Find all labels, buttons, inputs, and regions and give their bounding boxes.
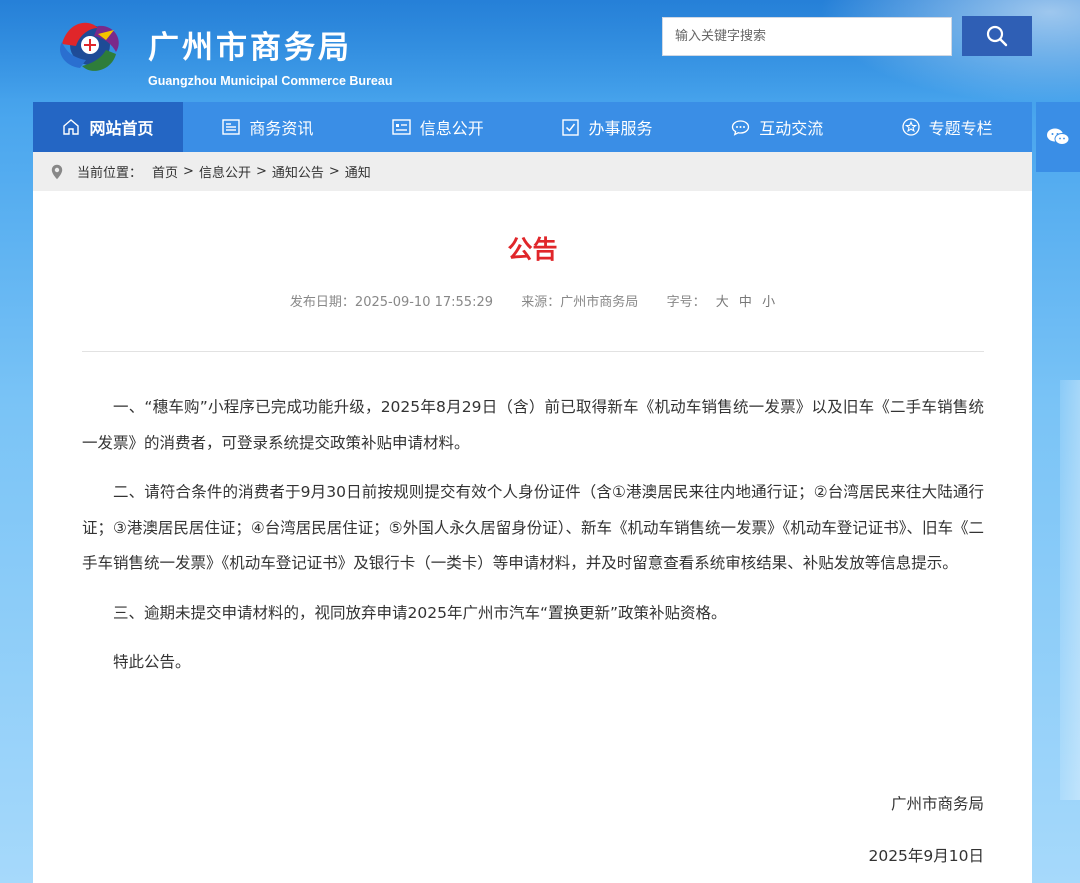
nav-item-special-topics[interactable]: 专题专栏 <box>862 102 1032 152</box>
site-title-english: Guangzhou Municipal Commerce Bureau <box>148 74 393 88</box>
article-title: 公告 <box>507 235 558 264</box>
source-value: 广州市商务局 <box>560 295 639 310</box>
source-label: 来源： <box>521 295 561 310</box>
wechat-icon <box>1047 128 1070 145</box>
main-container: 网站首页 商务资讯 信息公开 办事服务 互动交流 专题专栏 当前位置： 首页 >… <box>33 102 1032 883</box>
breadcrumb-notices[interactable]: 通知公告 <box>272 162 324 181</box>
breadcrumb-separator: > <box>183 164 194 179</box>
chat-bubble-icon <box>732 119 750 136</box>
nav-item-label: 商务资讯 <box>249 119 314 138</box>
check-box-icon <box>562 118 580 136</box>
publish-date-label: 发布日期： <box>289 295 355 310</box>
article-paragraph: 一、“穗车购”小程序已完成功能升级，2025年8月29日（含）前已取得新车《机动… <box>82 398 984 452</box>
font-size-large-button[interactable]: 大 <box>716 295 729 310</box>
home-icon <box>63 119 80 135</box>
breadcrumb-separator: > <box>255 164 267 179</box>
search-button[interactable] <box>962 16 1032 56</box>
breadcrumb-notice[interactable]: 通知 <box>345 162 371 181</box>
search-input[interactable] <box>662 17 952 56</box>
font-size-small-button[interactable]: 小 <box>762 295 775 310</box>
site-header: 广州市商务局 Guangzhou Municipal Commerce Bure… <box>0 0 1080 100</box>
nav-item-home[interactable]: 网站首页 <box>33 102 183 152</box>
title-divider <box>82 351 984 352</box>
commerce-bureau-emblem-icon <box>60 22 119 71</box>
nav-item-label: 办事服务 <box>588 119 653 138</box>
article-paragraph: 特此公告。 <box>113 653 191 671</box>
breadcrumb-prefix: 当前位置： <box>77 166 143 181</box>
publish-date: 2025-09-10 17:55:29 <box>354 295 493 310</box>
info-card-icon <box>391 119 411 135</box>
article-meta: 发布日期：2025-09-10 17:55:29 来源：广州市商务局 字号： 大… <box>33 294 1032 312</box>
signature-organization: 广州市商务局 <box>890 795 984 813</box>
star-circle-icon <box>901 118 920 136</box>
nav-item-interaction[interactable]: 互动交流 <box>692 102 862 152</box>
nav-item-services[interactable]: 办事服务 <box>523 102 693 152</box>
article-paragraph: 三、逾期未提交申请材料的，视同放弃申请2025年广州市汽车“置换更新”政策补贴资… <box>113 603 727 622</box>
nav-item-label: 网站首页 <box>89 119 154 138</box>
site-logo[interactable]: 广州市商务局 Guangzhou Municipal Commerce Bure… <box>54 14 414 88</box>
nav-item-commerce-news[interactable]: 商务资讯 <box>183 102 353 152</box>
breadcrumb-home[interactable]: 首页 <box>152 162 178 181</box>
site-title-chinese: 广州市商务局 <box>148 30 352 66</box>
breadcrumb: 当前位置： 首页 > 信息公开 > 通知公告 > 通知 <box>33 152 1032 191</box>
location-pin-icon <box>51 164 63 179</box>
news-icon <box>222 119 241 135</box>
font-size-medium-button[interactable]: 中 <box>739 295 752 310</box>
wechat-share-button[interactable] <box>1036 102 1080 172</box>
main-nav: 网站首页 商务资讯 信息公开 办事服务 互动交流 专题专栏 <box>33 102 1032 152</box>
nav-item-label: 信息公开 <box>419 119 484 138</box>
search-icon <box>986 25 1008 47</box>
article-paragraph: 二、请符合条件的消费者于9月30日前按规则提交有效个人身份证件（含①港澳居民来往… <box>82 483 984 572</box>
nav-item-info-disclosure[interactable]: 信息公开 <box>353 102 523 152</box>
side-decoration <box>1060 380 1080 800</box>
article-body: 一、“穗车购”小程序已完成功能升级，2025年8月29日（含）前已取得新车《机动… <box>82 390 984 695</box>
breadcrumb-separator: > <box>328 164 340 179</box>
breadcrumb-info-disclosure[interactable]: 信息公开 <box>199 162 251 181</box>
nav-item-label: 专题专栏 <box>928 119 993 138</box>
font-size-label: 字号： <box>666 295 706 310</box>
nav-item-label: 互动交流 <box>759 119 824 138</box>
signature-date: 2025年9月10日 <box>868 847 984 865</box>
